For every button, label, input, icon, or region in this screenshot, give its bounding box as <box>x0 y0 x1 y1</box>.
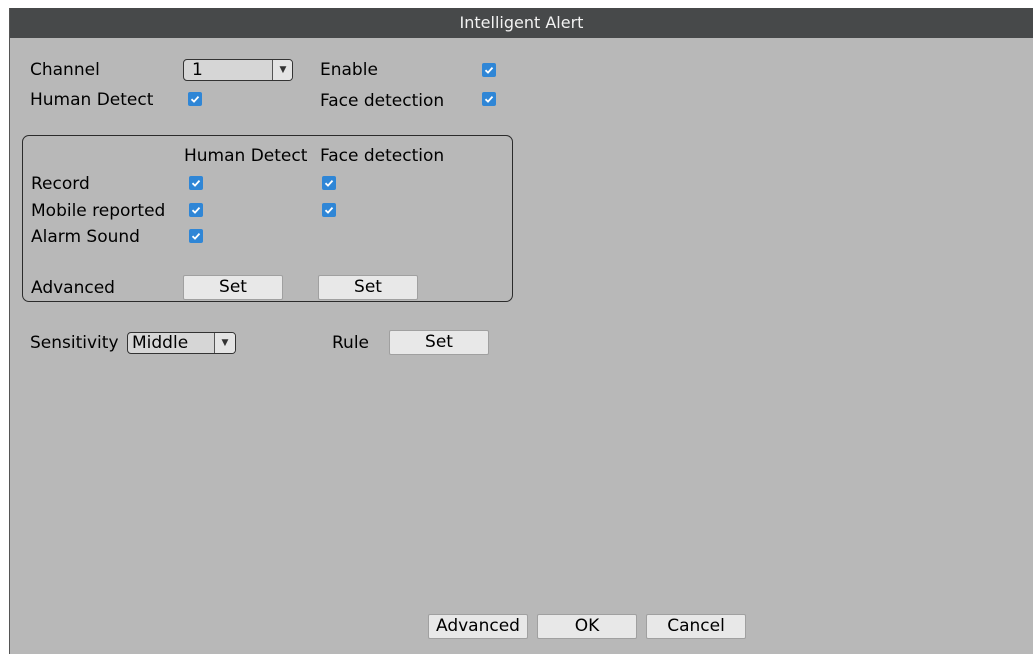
mobile-reported-label: Mobile reported <box>31 201 166 221</box>
alarm-sound-human-checkbox[interactable] <box>189 229 203 243</box>
rule-label: Rule <box>332 333 370 353</box>
face-detection-label: Face detection <box>320 91 445 111</box>
footer-advanced-button[interactable]: Advanced <box>428 614 528 639</box>
rule-set-button[interactable]: Set <box>389 330 489 355</box>
human-advanced-set-button[interactable]: Set <box>183 275 283 300</box>
face-detection-checkbox[interactable] <box>482 92 496 106</box>
sensitivity-value: Middle <box>132 333 189 353</box>
enable-label: Enable <box>320 60 378 80</box>
column-header-face-detection: Face detection <box>320 146 445 166</box>
advanced-label: Advanced <box>31 278 115 298</box>
mobile-reported-face-checkbox[interactable] <box>322 203 336 217</box>
alarm-sound-label: Alarm Sound <box>31 227 140 247</box>
cancel-button[interactable]: Cancel <box>646 614 746 639</box>
face-advanced-set-button[interactable]: Set <box>318 275 418 300</box>
channel-value: 1 <box>192 60 203 80</box>
human-detect-checkbox[interactable] <box>188 92 202 106</box>
record-face-checkbox[interactable] <box>322 176 336 190</box>
sensitivity-select[interactable]: Middle ▼ <box>127 332 236 354</box>
sensitivity-label: Sensitivity <box>30 333 119 353</box>
dialog-title: Intelligent Alert <box>10 8 1033 38</box>
record-human-checkbox[interactable] <box>189 176 203 190</box>
ok-button[interactable]: OK <box>537 614 637 639</box>
enable-checkbox[interactable] <box>482 63 496 77</box>
channel-label: Channel <box>30 60 100 80</box>
human-detect-label: Human Detect <box>30 90 154 110</box>
intelligent-alert-dialog: Intelligent Alert Channel 1 ▼ Enable Hum… <box>9 8 1033 654</box>
alarm-actions-group: Human Detect Face detection Record Mobil… <box>22 135 513 302</box>
record-label: Record <box>31 174 90 194</box>
mobile-reported-human-checkbox[interactable] <box>189 203 203 217</box>
channel-select[interactable]: 1 ▼ <box>183 59 293 81</box>
chevron-down-icon[interactable]: ▼ <box>214 333 235 353</box>
chevron-down-icon[interactable]: ▼ <box>272 60 292 80</box>
column-header-human-detect: Human Detect <box>184 146 308 166</box>
